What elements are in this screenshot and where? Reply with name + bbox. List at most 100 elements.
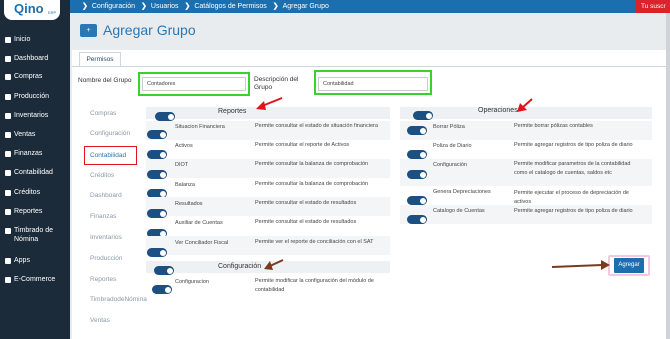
sidebar-item-label: Créditos bbox=[14, 189, 41, 196]
toggle-permission[interactable] bbox=[147, 170, 167, 179]
sidebar: Qino ERP Inicio Dashboard Compras Produc… bbox=[0, 0, 70, 339]
sidebar-item-label: Finanzas bbox=[14, 150, 43, 157]
toggle-section-configuracion[interactable] bbox=[154, 266, 174, 275]
permission-name: Configuración bbox=[433, 162, 467, 168]
section-title-configuracion: Configuración bbox=[218, 263, 262, 270]
sidebar-item-label: Reportes bbox=[14, 208, 43, 215]
sidebar-item-label-line2: Nómina bbox=[14, 235, 39, 243]
sidebar-item-produccion[interactable]: Producción bbox=[5, 93, 49, 102]
toggle-permission[interactable] bbox=[407, 150, 427, 159]
sidebar-item-contabilidad[interactable]: Contabilidad bbox=[5, 169, 53, 178]
toggle-section-operaciones[interactable] bbox=[413, 111, 433, 120]
sidebar-item-finanzas[interactable]: Finanzas bbox=[5, 150, 42, 159]
category-dashboard[interactable]: Dashboard bbox=[90, 192, 122, 199]
description-label: Descripción del Grupo bbox=[254, 76, 299, 91]
permission-desc: Permite consultar el estado de situación… bbox=[255, 123, 378, 129]
breadcrumb-item[interactable]: Configuración bbox=[92, 3, 135, 10]
page-title: Agregar Grupo bbox=[103, 22, 196, 38]
permission-name: Activos bbox=[175, 143, 193, 149]
sidebar-item-inicio[interactable]: Inicio bbox=[5, 36, 30, 45]
category-reportes[interactable]: Reportes bbox=[90, 276, 116, 283]
sidebar-item-label: Inventarios bbox=[14, 112, 49, 119]
breadcrumb: ❯ Configuración ❯ Usuarios ❯ Catálogos de P… bbox=[78, 2, 329, 10]
cart-icon bbox=[5, 74, 11, 80]
category-produccion[interactable]: Producción bbox=[90, 255, 123, 262]
sidebar-item-inventarios[interactable]: Inventarios bbox=[5, 112, 48, 121]
home-icon bbox=[5, 37, 11, 43]
sidebar-item-reportes[interactable]: Reportes bbox=[5, 208, 42, 217]
permission-desc: Permite consultar la balanza de comproba… bbox=[255, 181, 369, 187]
section-header-reportes bbox=[146, 107, 390, 119]
permission-name: Auxiliar de Cuentas bbox=[175, 220, 223, 226]
logo[interactable]: Qino ERP bbox=[4, 0, 60, 20]
sidebar-item-label: Compras bbox=[14, 73, 43, 80]
category-compras[interactable]: Compras bbox=[90, 110, 116, 117]
dashboard-icon bbox=[5, 56, 11, 62]
permission-desc: Permite borrar pólizas contables bbox=[514, 123, 593, 129]
permission-name: Catalogo de Cuentas bbox=[433, 208, 485, 214]
toggle-permission[interactable] bbox=[147, 209, 167, 218]
toggle-permission[interactable] bbox=[407, 170, 427, 179]
breadcrumb-item: Agregar Grupo bbox=[282, 3, 329, 10]
sidebar-item-ventas[interactable]: Ventas bbox=[5, 131, 35, 140]
permission-desc: Permite agregar registros de tipo poliza… bbox=[514, 142, 633, 148]
permission-name: Ver Conciliador Fiscal bbox=[175, 240, 229, 246]
chevron-right-icon: ❯ bbox=[184, 3, 191, 10]
tab-permisos[interactable]: Permisos bbox=[79, 52, 121, 66]
toggle-permission[interactable] bbox=[407, 126, 427, 135]
toggle-permission[interactable] bbox=[152, 285, 172, 294]
category-inventarios[interactable]: Inventarios bbox=[90, 234, 122, 241]
category-timbrado[interactable]: TimbradodeNómina bbox=[90, 296, 147, 303]
sidebar-item-apps[interactable]: Apps bbox=[5, 257, 30, 266]
sidebar-item-compras[interactable]: Compras bbox=[5, 73, 42, 82]
permission-desc: Permite modificar la configuración del m… bbox=[255, 278, 374, 293]
subscription-badge[interactable]: Tu suscr bbox=[636, 0, 670, 13]
toggle-permission[interactable] bbox=[407, 215, 427, 224]
group-name-label: Nombre del Grupo bbox=[78, 77, 132, 84]
section-title-reportes: Reportes bbox=[218, 108, 247, 115]
sidebar-item-ecommerce[interactable]: E-Commerce bbox=[5, 276, 55, 285]
stamp-icon bbox=[5, 228, 11, 234]
permission-name: Resultados bbox=[175, 201, 203, 207]
scrollbar[interactable] bbox=[666, 13, 670, 339]
permission-desc: Permite consultar el estado de resultado… bbox=[255, 219, 357, 225]
chevron-right-icon: ❯ bbox=[141, 3, 147, 10]
ecommerce-icon bbox=[5, 277, 11, 283]
breadcrumb-item[interactable]: Usuarios bbox=[151, 3, 179, 10]
permission-name: DIOT bbox=[175, 162, 189, 168]
sidebar-item-timbrado[interactable]: Timbrado de Nómina bbox=[5, 227, 53, 244]
toggle-permission[interactable] bbox=[147, 130, 167, 139]
category-ventas[interactable]: Ventas bbox=[90, 317, 110, 324]
chevron-right-icon: ❯ bbox=[272, 3, 279, 10]
breadcrumb-item[interactable]: Catálogos de Permisos bbox=[194, 3, 266, 10]
category-finanzas[interactable]: Finanzas bbox=[90, 213, 116, 220]
sidebar-item-label: Apps bbox=[14, 257, 30, 264]
permission-name: Borrar Póliza bbox=[433, 124, 465, 130]
category-creditos[interactable]: Créditos bbox=[90, 172, 114, 179]
toggle-permission[interactable] bbox=[147, 248, 167, 257]
toggle-permission[interactable] bbox=[147, 150, 167, 159]
permission-name: Genera Depreciaciones bbox=[433, 189, 491, 195]
sales-icon bbox=[5, 132, 11, 138]
section-header-configuracion bbox=[146, 261, 390, 273]
logo-text: Qino bbox=[14, 1, 44, 16]
highlight-description bbox=[314, 70, 432, 95]
section-header-operaciones bbox=[400, 107, 652, 119]
sidebar-item-label-line1: Timbrado de bbox=[14, 227, 54, 234]
logo-sub: ERP bbox=[48, 10, 57, 15]
sidebar-item-creditos[interactable]: Créditos bbox=[5, 189, 40, 198]
agregar-button[interactable]: Agregar bbox=[614, 258, 644, 273]
permission-desc: Permite modificar parametros de la conta… bbox=[514, 161, 631, 176]
permission-desc: Permite consultar el estado de resultado… bbox=[255, 200, 357, 206]
toggle-section-reportes[interactable] bbox=[155, 112, 175, 121]
sidebar-item-dashboard[interactable]: Dashboard bbox=[5, 55, 48, 64]
toggle-permission[interactable] bbox=[407, 196, 427, 205]
sidebar-item-label: Dashboard bbox=[14, 55, 49, 62]
credit-icon bbox=[5, 190, 11, 196]
chevron-right-icon: ❯ bbox=[82, 3, 88, 10]
permission-name: Situacion Financiera bbox=[175, 124, 225, 130]
category-configuracion[interactable]: Configuración bbox=[90, 130, 130, 137]
dollar-icon bbox=[5, 151, 11, 157]
sidebar-item-label: Contabilidad bbox=[14, 169, 53, 176]
permission-name: Configuracion bbox=[175, 279, 209, 285]
